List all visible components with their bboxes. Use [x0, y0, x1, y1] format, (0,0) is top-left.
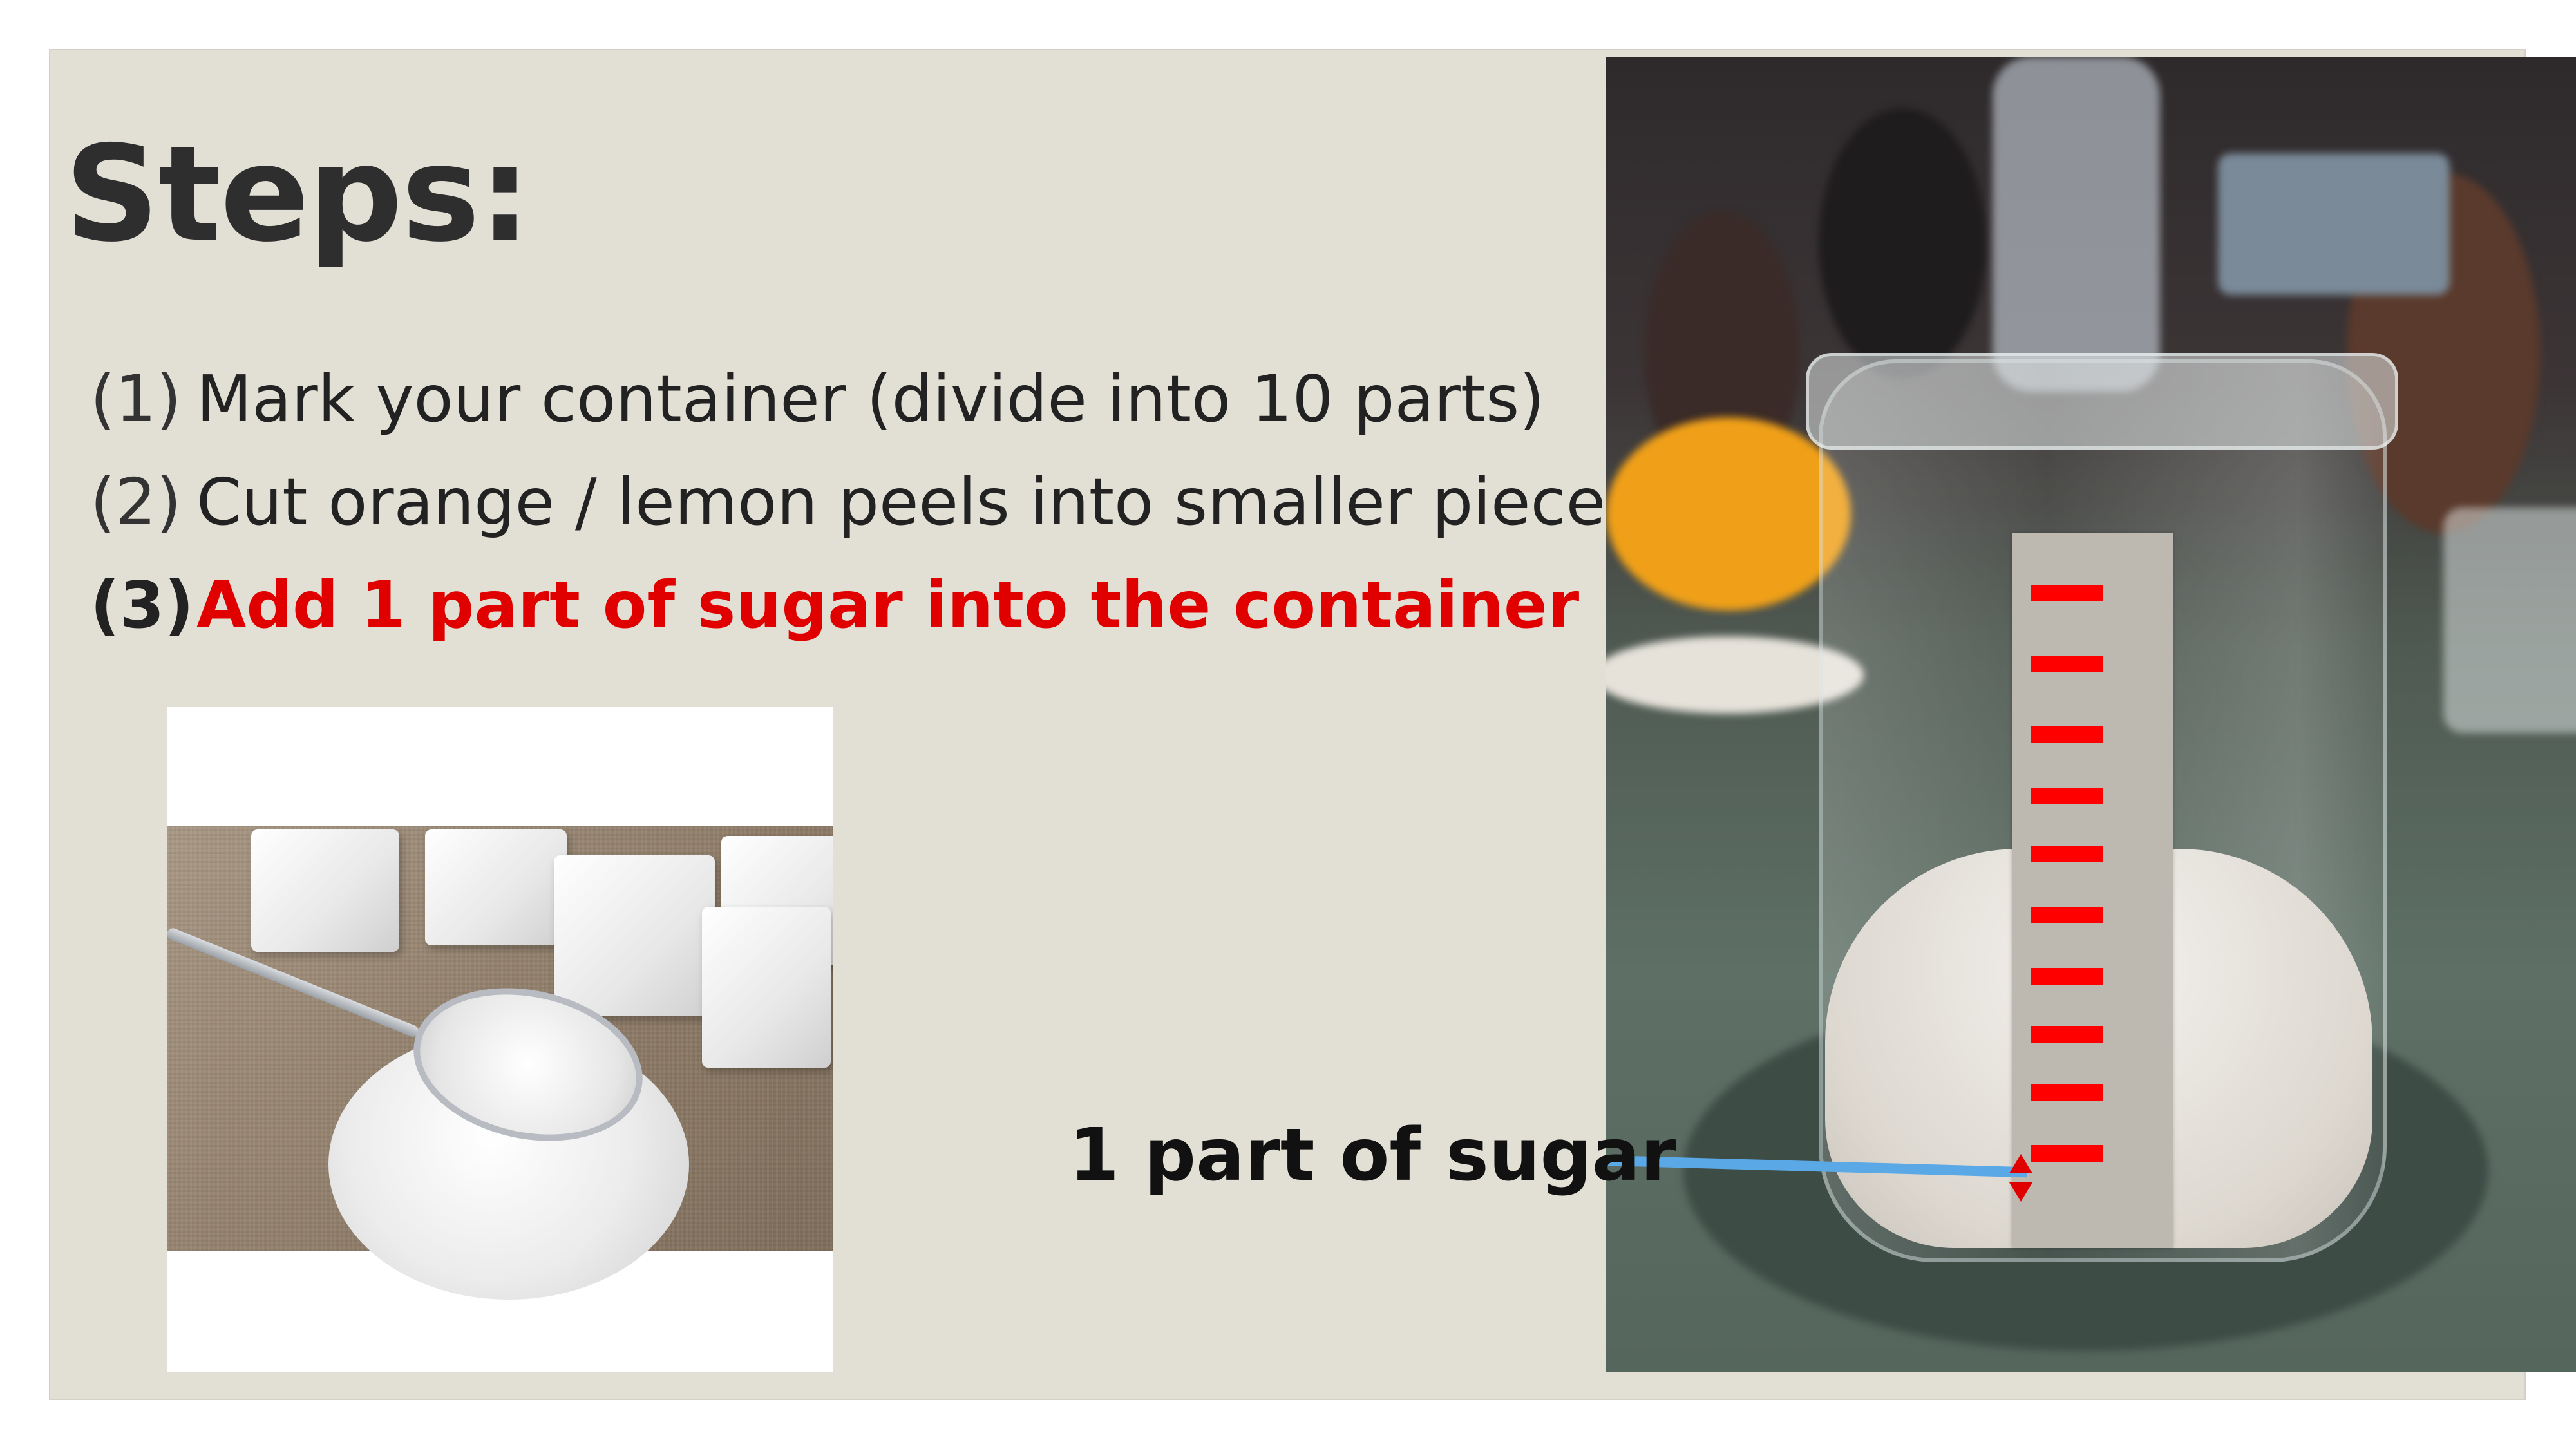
tape-mark: [2031, 1026, 2103, 1043]
jar-photo: [1606, 57, 2576, 1372]
step-1: (1) Mark your container (divide into 10 p…: [90, 367, 1544, 431]
oranges-plate: [1606, 417, 1851, 611]
sugar-cube: [554, 855, 715, 1016]
step-3: (3)Add 1 part of sugar into the containe…: [90, 573, 1579, 638]
tape-mark: [2031, 585, 2103, 601]
step-2: (2) Cut orange / lemon peels into smaller…: [90, 470, 1639, 535]
step-1-number: (1): [90, 361, 182, 437]
water-bottle: [1993, 57, 2160, 392]
tape-mark: [2031, 968, 2103, 985]
tape-mark: [2031, 1084, 2103, 1101]
measuring-tape: [2012, 533, 2173, 1248]
step-3-text: Add 1 part of sugar into the container: [196, 567, 1580, 643]
red-arrow-down-icon: [2009, 1182, 2032, 1202]
slide-title: Steps:: [64, 118, 531, 271]
jar-rim: [1806, 353, 2398, 450]
sugar-part-label: 1 part of sugar: [1069, 1113, 1676, 1197]
tape-mark: [2031, 1145, 2103, 1162]
small-container: [2443, 507, 2576, 733]
sugar-cube: [251, 829, 399, 952]
tape-mark: [2031, 726, 2103, 743]
sugar-cube: [702, 907, 831, 1068]
tape-mark: [2031, 656, 2103, 672]
red-arrow-up-icon: [2009, 1154, 2032, 1173]
background-person: [1819, 108, 1986, 379]
tape-mark: [2031, 907, 2103, 923]
sugar-cube: [425, 829, 567, 945]
tape-mark: [2031, 846, 2103, 862]
background-screen: [2218, 153, 2450, 295]
tape-mark: [2031, 788, 2103, 804]
sugar-photo: [167, 707, 833, 1372]
step-3-number: (3): [90, 567, 194, 643]
step-2-text: Cut orange / lemon peels into smaller pi…: [196, 464, 1640, 540]
step-1-text: Mark your container (divide into 10 part…: [196, 361, 1545, 437]
step-2-number: (2): [90, 464, 182, 540]
